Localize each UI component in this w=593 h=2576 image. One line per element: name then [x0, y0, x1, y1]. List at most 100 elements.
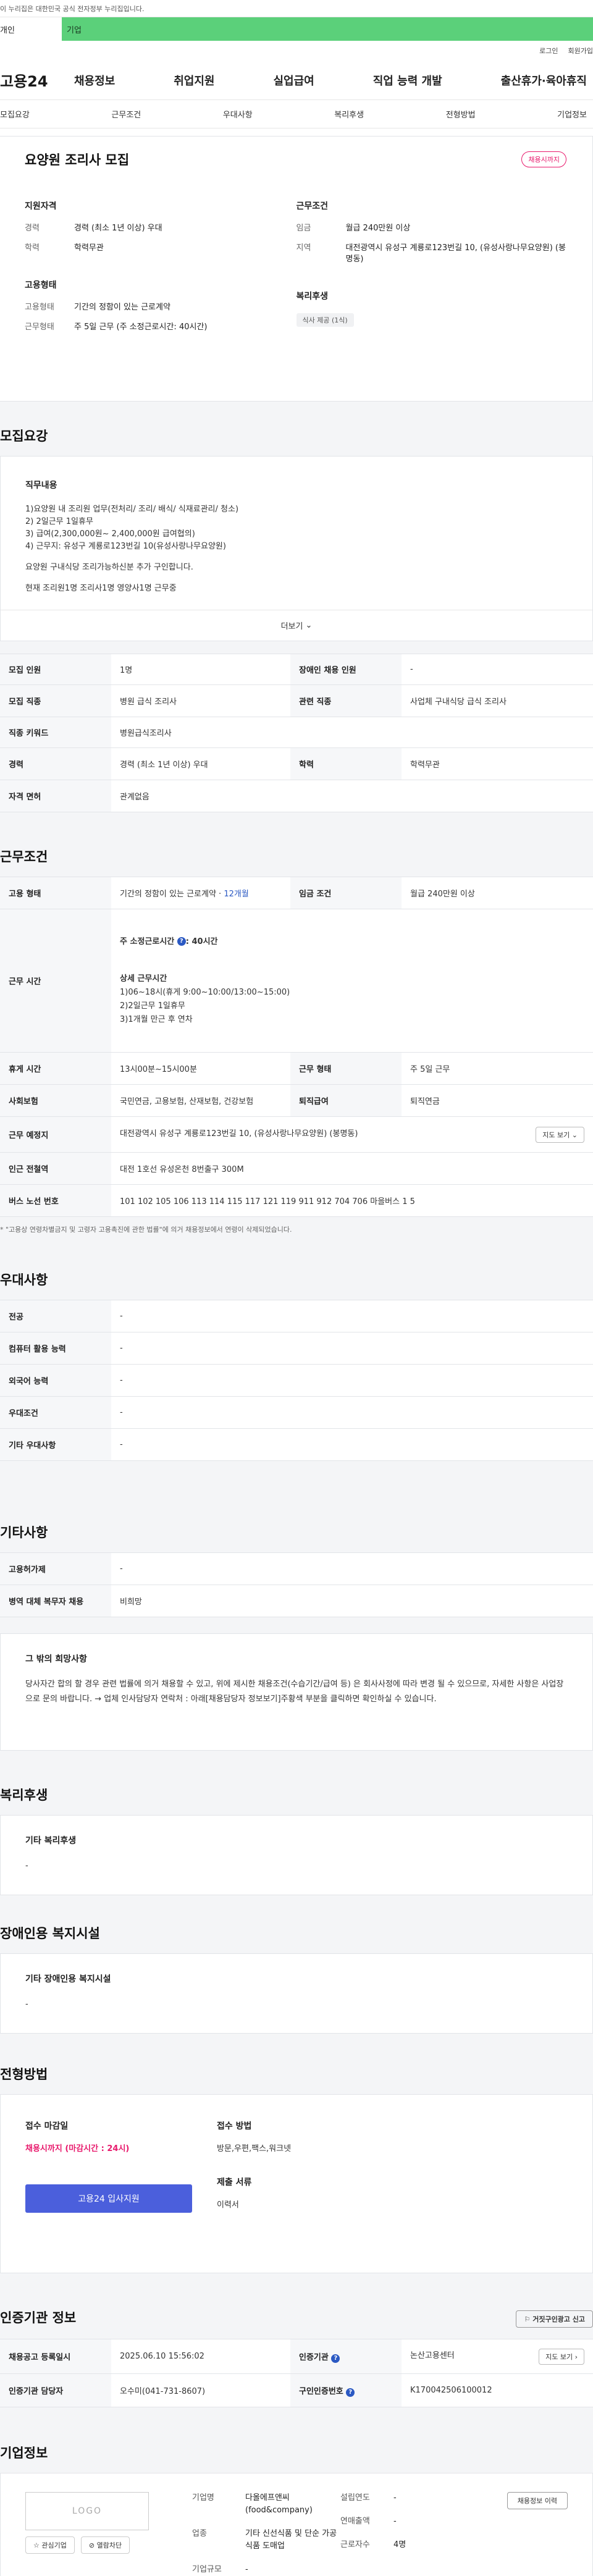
- prefer-cond-value: -: [111, 1396, 593, 1429]
- agency-org-value: 논산고용센터: [410, 2351, 455, 2360]
- tab-company[interactable]: 기업: [62, 17, 593, 41]
- block-view-button[interactable]: ⊘ 열람차단: [80, 2536, 130, 2554]
- table-row: 모집 직종 병원 급식 조리사 관련 직종 사업체 구내식당 급식 조리사: [0, 684, 593, 717]
- industry-value: 기타 신선식품 및 단순 가공식품 도매업: [245, 2529, 337, 2551]
- qualification-section: 지원자격 경력 경력 (최소 1년 이상) 우대 학력 학력무관: [25, 200, 296, 254]
- scale-value: -: [245, 2565, 248, 2574]
- hire-history-button[interactable]: 채용정보 이력: [507, 2492, 568, 2509]
- computer-label: 컴퓨터 활용 능력: [0, 1332, 111, 1365]
- location-row: 지역 대전광역시 유성구 계룡로123번길 10, (유성사랑나무요양원) (봉…: [296, 243, 568, 265]
- employment-head: 고용형태: [25, 280, 57, 290]
- place-value: 대전광역시 유성구 계룡로123번길 10, (유성사랑나무요양원) (봉명동): [120, 1129, 358, 1139]
- block-icon: ⊘: [88, 2541, 95, 2549]
- company-name-row: 기업명 다올에프앤씨(food&company): [192, 2492, 340, 2517]
- work-time-cell: 주 소정근로시간 ?: 40시간 상세 근무시간 1)06~18시(휴게 9:0…: [111, 909, 593, 1053]
- recruit-detail-card: 직무내용 1)요양원 내 조리원 업무(전처리/ 조리/ 배식/ 식재료관리/ …: [0, 456, 593, 641]
- industry-row: 업종 기타 신선식품 및 단순 가공식품 도매업: [192, 2528, 340, 2553]
- more-button[interactable]: 더보기 ⌄: [1, 610, 592, 641]
- language-value: -: [111, 1364, 593, 1397]
- anchor-welfare[interactable]: 복리후생: [334, 108, 364, 120]
- utility-bar: 로그인 회원가입: [0, 41, 593, 61]
- menu-employment-support[interactable]: 취업지원: [174, 72, 214, 88]
- table-row: 사회보험 국민연금, 고용보험, 산재보험, 건강보험 퇴직급여 퇴직연금: [0, 1084, 593, 1117]
- employment-type-row: 고용형태 기간의 정함이 있는 근로계약: [25, 302, 296, 313]
- subway-label: 인근 전철역: [0, 1152, 111, 1185]
- tab-personal[interactable]: 개인: [0, 17, 62, 41]
- duty-line: 3) 급여(2,300,000원~ 2,400,000원 급여협의): [25, 529, 195, 539]
- wage-cond-value: 월급 240만원 이상: [402, 877, 593, 909]
- interest-company-button[interactable]: ☆ 관심기업: [25, 2536, 75, 2554]
- info-icon[interactable]: ?: [331, 2354, 340, 2363]
- agency-org-label-cell: 인증기관 ?: [290, 2339, 402, 2374]
- welfare-head: 기타 복리후생: [25, 1836, 77, 1846]
- insurance-label: 사회보험: [0, 1084, 111, 1117]
- menu-vocational-training[interactable]: 직업 능력 개발: [373, 72, 442, 88]
- employees-label: 근로자수: [340, 2540, 370, 2549]
- recruit-count-value: 1명: [111, 654, 290, 685]
- location-label: 지역: [296, 243, 311, 253]
- eps-value: -: [111, 1552, 593, 1585]
- major-label: 전공: [0, 1300, 111, 1332]
- anchor-company[interactable]: 기업정보: [557, 108, 587, 120]
- menu-parental-leave[interactable]: 출산휴가·육아휴직: [501, 72, 587, 88]
- apply-title: 전형방법: [0, 2067, 48, 2082]
- agency-title-row: 인증기관 정보 ⚐ 거짓구인광고 신고: [0, 2273, 593, 2339]
- summary-col-right: 근무조건 임금 월급 240만원 이상 지역 대전광역시 유성구 계룡로123번…: [296, 200, 568, 358]
- apply-button[interactable]: 고용24 입사지원: [25, 2184, 192, 2213]
- career-value: 경력 (최소 1년 이상) 우대: [74, 224, 162, 233]
- anchor-apply[interactable]: 전형방법: [446, 108, 476, 120]
- etc-title: 기타사항: [0, 1525, 48, 1540]
- sales-row: 연매출액 -: [340, 2515, 489, 2528]
- agency-mgr-value: 오수미(041-731-8607): [111, 2373, 290, 2407]
- star-icon: ☆: [33, 2541, 40, 2549]
- false-ad-report-button[interactable]: ⚐ 거짓구인광고 신고: [516, 2310, 593, 2328]
- interest-label: 관심기업: [41, 2541, 67, 2549]
- career-row: 경력 경력 (최소 1년 이상) 우대: [25, 223, 296, 234]
- founded-row: 설립연도 -: [340, 2492, 489, 2504]
- work-time-label: 근무 시간: [0, 909, 111, 1053]
- anchor-work[interactable]: 근무조건: [111, 108, 141, 120]
- weekly-hours-value: : 40시간: [185, 937, 218, 946]
- place-label: 근무 예정지: [0, 1116, 111, 1153]
- report-label: 거짓구인광고 신고: [532, 2315, 585, 2323]
- license-value: 관계없음: [111, 780, 593, 812]
- table-row: 직종 키워드 병원급식조리사: [0, 717, 593, 748]
- sales-value: -: [393, 2517, 397, 2526]
- weekly-hours-label: 주 소정근로시간: [120, 937, 177, 946]
- employees-value: 4명: [393, 2540, 406, 2549]
- anchor-prefer[interactable]: 우대사항: [223, 108, 253, 120]
- retirement-label: 퇴직급여: [290, 1084, 402, 1117]
- table-row: 인증기관 담당자 오수미(041-731-8607) 구인인증번호 ? K170…: [0, 2373, 593, 2407]
- scale-row: 기업규모 -: [192, 2564, 340, 2576]
- company-title: 기업정보: [0, 2446, 48, 2460]
- welfare-value: -: [25, 1861, 28, 1871]
- reg-date-value: 2025.06.10 15:56:02: [111, 2339, 290, 2374]
- deadline-value: 채용시까지 (마감시간 : 24시): [25, 2144, 130, 2153]
- auth-no-label-cell: 구인인증번호 ?: [290, 2373, 402, 2407]
- place-cell: 대전광역시 유성구 계룡로123번길 10, (유성사랑나무요양원) (봉명동)…: [111, 1116, 593, 1153]
- recruit-table: 모집 인원 1명 장애인 채용 인원 - 모집 직종 병원 급식 조리사 관련 …: [0, 654, 593, 812]
- site-logo[interactable]: 고용24: [0, 69, 74, 91]
- map-view-button[interactable]: 지도 보기 ⌄: [536, 1126, 584, 1143]
- prefer-etc-label: 기타 우대사항: [0, 1428, 111, 1461]
- info-icon[interactable]: ?: [346, 2388, 355, 2397]
- agency-title: 인증기관 정보: [0, 2310, 77, 2325]
- table-row: 고용 형태 기간의 정함이 있는 근로계약 · 12개월 임금 조건 월급 24…: [0, 877, 593, 909]
- info-icon[interactable]: ?: [177, 937, 186, 946]
- agency-map-label: 지도 보기: [545, 2352, 573, 2361]
- signup-link[interactable]: 회원가입: [568, 46, 593, 56]
- login-link[interactable]: 로그인: [539, 46, 558, 56]
- conditions-head: 근무조건: [296, 201, 329, 211]
- agency-map-button[interactable]: 지도 보기 ›: [539, 2348, 584, 2365]
- menu-unemployment-benefit[interactable]: 실업급여: [274, 72, 314, 88]
- education-value: 학력무관: [74, 243, 104, 253]
- duty-line-spacer: [25, 553, 568, 562]
- duty-line: 2) 2일근무 1일휴무: [25, 517, 93, 526]
- menu-job-info[interactable]: 채용정보: [74, 72, 115, 88]
- table-row: 인근 전철역 대전 1호선 유성온천 8번출구 300M: [0, 1152, 593, 1185]
- detail-hours-line: 1)06~18시(휴게 9:00~10:00/13:00~15:00): [120, 987, 290, 997]
- agency-org-label: 인증기관: [299, 2352, 329, 2362]
- anchor-recruit[interactable]: 모집요강: [0, 108, 30, 120]
- more-label: 더보기: [280, 622, 303, 631]
- career-table-label: 경력: [0, 747, 111, 780]
